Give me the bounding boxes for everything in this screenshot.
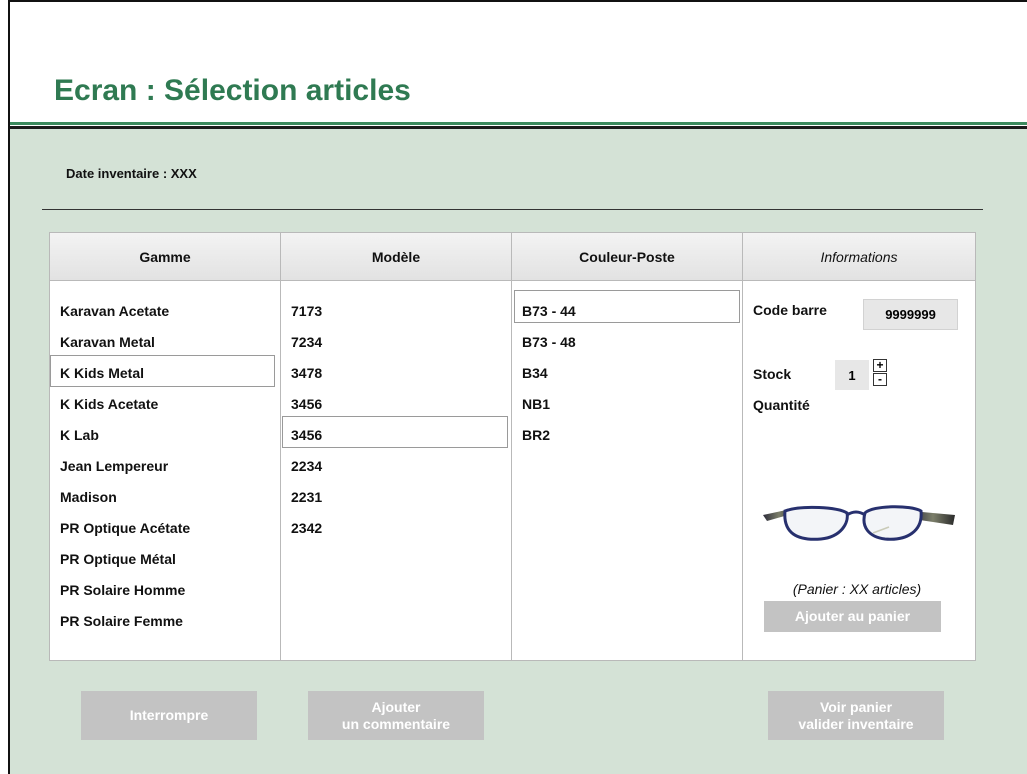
stock-increment-button[interactable]: + bbox=[873, 359, 887, 372]
stock-value[interactable]: 1 bbox=[835, 360, 869, 390]
view-cart-line2: valider inventaire bbox=[798, 715, 914, 732]
inventory-date-label: Date inventaire : XXX bbox=[66, 166, 197, 181]
gamme-header: Gamme bbox=[50, 233, 280, 281]
barcode-value: 9999999 bbox=[863, 299, 958, 330]
modele-list: 7173 7234 3478 3456 3456 2234 2231 2342 bbox=[281, 296, 511, 544]
gamme-item[interactable]: Karavan Metal bbox=[50, 327, 280, 358]
cart-count-note: (Panier : XX articles) bbox=[792, 581, 922, 597]
gamme-item[interactable]: Madison bbox=[50, 482, 280, 513]
couleur-list: B73 - 44 B73 - 48 B34 NB1 BR2 bbox=[512, 296, 742, 451]
modele-item[interactable]: 2231 bbox=[281, 482, 511, 513]
modele-item[interactable]: 3456 bbox=[281, 389, 511, 420]
gamme-item[interactable]: PR Solaire Femme bbox=[50, 606, 280, 637]
gamme-column: Gamme Karavan Acetate Karavan Metal K Kids… bbox=[50, 233, 281, 660]
modele-item[interactable]: 3478 bbox=[281, 358, 511, 389]
stock-decrement-button[interactable]: - bbox=[873, 373, 887, 386]
couleur-item[interactable]: B73 - 48 bbox=[512, 327, 742, 358]
interrupt-button[interactable]: Interrompre bbox=[81, 691, 257, 740]
divider bbox=[42, 209, 983, 210]
gamme-list: Karavan Acetate Karavan Metal K Kids Metal… bbox=[50, 296, 280, 637]
modele-item[interactable]: 3456 bbox=[281, 420, 511, 451]
title-rule bbox=[10, 122, 1027, 125]
add-comment-button[interactable]: Ajouter un commentaire bbox=[308, 691, 484, 740]
add-to-cart-button[interactable]: Ajouter au panier bbox=[764, 601, 941, 632]
couleur-header: Couleur-Poste bbox=[512, 233, 742, 281]
couleur-column: Couleur-Poste B73 - 44 B73 - 48 B34 NB1 BR2 bbox=[512, 233, 743, 660]
gamme-item[interactable]: PR Optique Métal bbox=[50, 544, 280, 575]
couleur-item[interactable]: B73 - 44 bbox=[512, 296, 742, 327]
quantity-label: Quantité bbox=[753, 397, 810, 413]
couleur-item[interactable]: NB1 bbox=[512, 389, 742, 420]
add-comment-line2: un commentaire bbox=[341, 715, 451, 732]
stock-label: Stock bbox=[753, 366, 792, 382]
gamme-item[interactable]: PR Optique Acétate bbox=[50, 513, 280, 544]
couleur-item[interactable]: BR2 bbox=[512, 420, 742, 451]
informations-header: Informations bbox=[743, 233, 975, 281]
gamme-item[interactable]: Karavan Acetate bbox=[50, 296, 280, 327]
barcode-label: Code barre bbox=[753, 302, 827, 318]
eyeglasses-image bbox=[763, 505, 955, 541]
frame-top-border bbox=[8, 0, 1027, 2]
gamme-item[interactable]: PR Solaire Homme bbox=[50, 575, 280, 606]
informations-column: Informations Code barre 9999999 Stock 1 … bbox=[743, 233, 975, 660]
couleur-item[interactable]: B34 bbox=[512, 358, 742, 389]
view-cart-validate-button[interactable]: Voir panier valider inventaire bbox=[768, 691, 944, 740]
gamme-item[interactable]: K Kids Acetate bbox=[50, 389, 280, 420]
modele-item[interactable]: 7173 bbox=[281, 296, 511, 327]
gamme-item[interactable]: Jean Lempereur bbox=[50, 451, 280, 482]
view-cart-line1: Voir panier bbox=[819, 698, 893, 715]
add-comment-line1: Ajouter bbox=[371, 698, 421, 715]
selection-grid: Gamme Karavan Acetate Karavan Metal K Kids… bbox=[49, 232, 976, 661]
modele-item[interactable]: 2234 bbox=[281, 451, 511, 482]
modele-item[interactable]: 7234 bbox=[281, 327, 511, 358]
modele-header: Modèle bbox=[281, 233, 511, 281]
page-title: Ecran : Sélection articles bbox=[54, 74, 411, 107]
modele-column: Modèle 7173 7234 3478 3456 3456 2234 2231 2342 bbox=[281, 233, 512, 660]
gamme-item[interactable]: K Lab bbox=[50, 420, 280, 451]
gamme-item[interactable]: K Kids Metal bbox=[50, 358, 280, 389]
modele-item[interactable]: 2342 bbox=[281, 513, 511, 544]
